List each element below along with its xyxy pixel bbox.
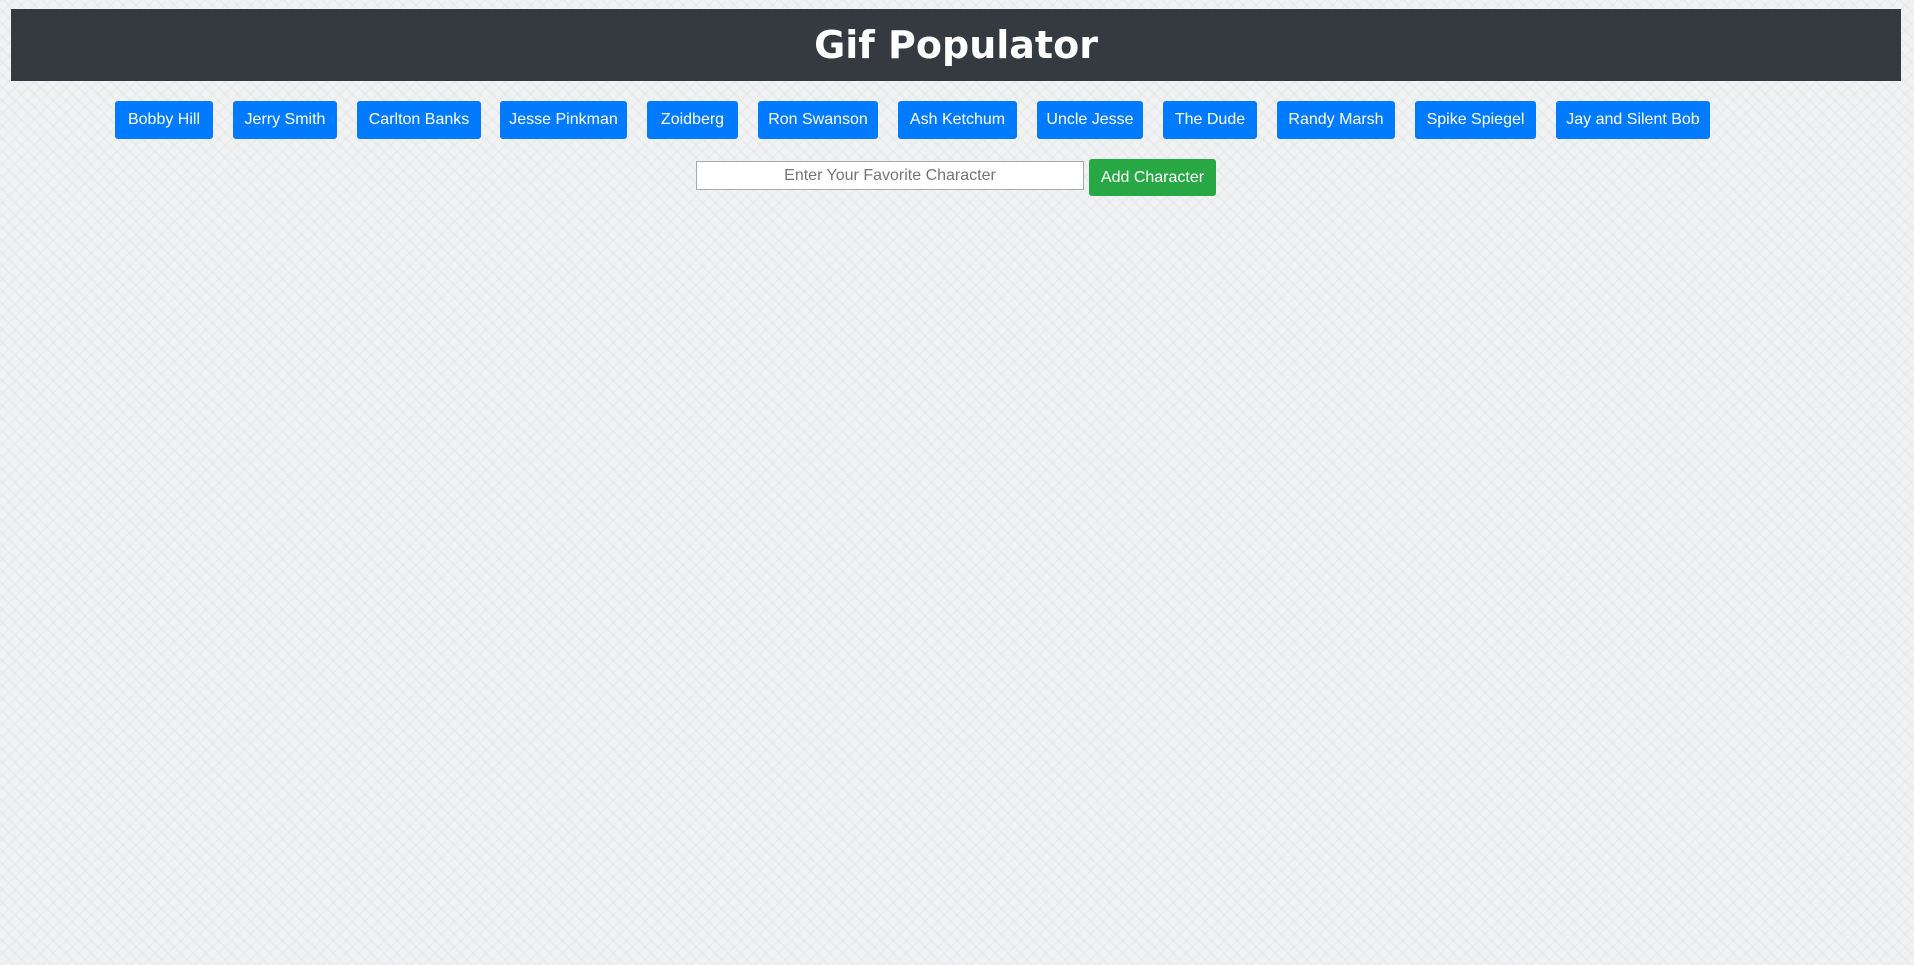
character-button[interactable]: Carlton Banks [357,101,481,139]
character-button[interactable]: Jay and Silent Bob [1556,101,1710,139]
page-title: Gif Populator [814,23,1098,67]
character-button[interactable]: Randy Marsh [1277,101,1395,139]
add-character-button[interactable]: Add Character [1089,159,1216,196]
character-button[interactable]: Spike Spiegel [1415,101,1536,139]
character-button[interactable]: Jesse Pinkman [500,101,627,139]
character-button[interactable]: Jerry Smith [233,101,337,139]
character-buttons: Bobby Hill Jerry Smith Carlton Banks Jes… [0,101,1914,139]
character-button[interactable]: Bobby Hill [115,101,213,139]
character-button[interactable]: Uncle Jesse [1037,101,1143,139]
page-header: Gif Populator [11,9,1901,81]
add-character-form: Add Character [0,159,1914,197]
character-button[interactable]: The Dude [1163,101,1257,139]
character-button[interactable]: Ash Ketchum [898,101,1017,139]
character-input[interactable] [696,161,1084,190]
character-button[interactable]: Ron Swanson [758,101,878,139]
character-button[interactable]: Zoidberg [647,101,738,139]
